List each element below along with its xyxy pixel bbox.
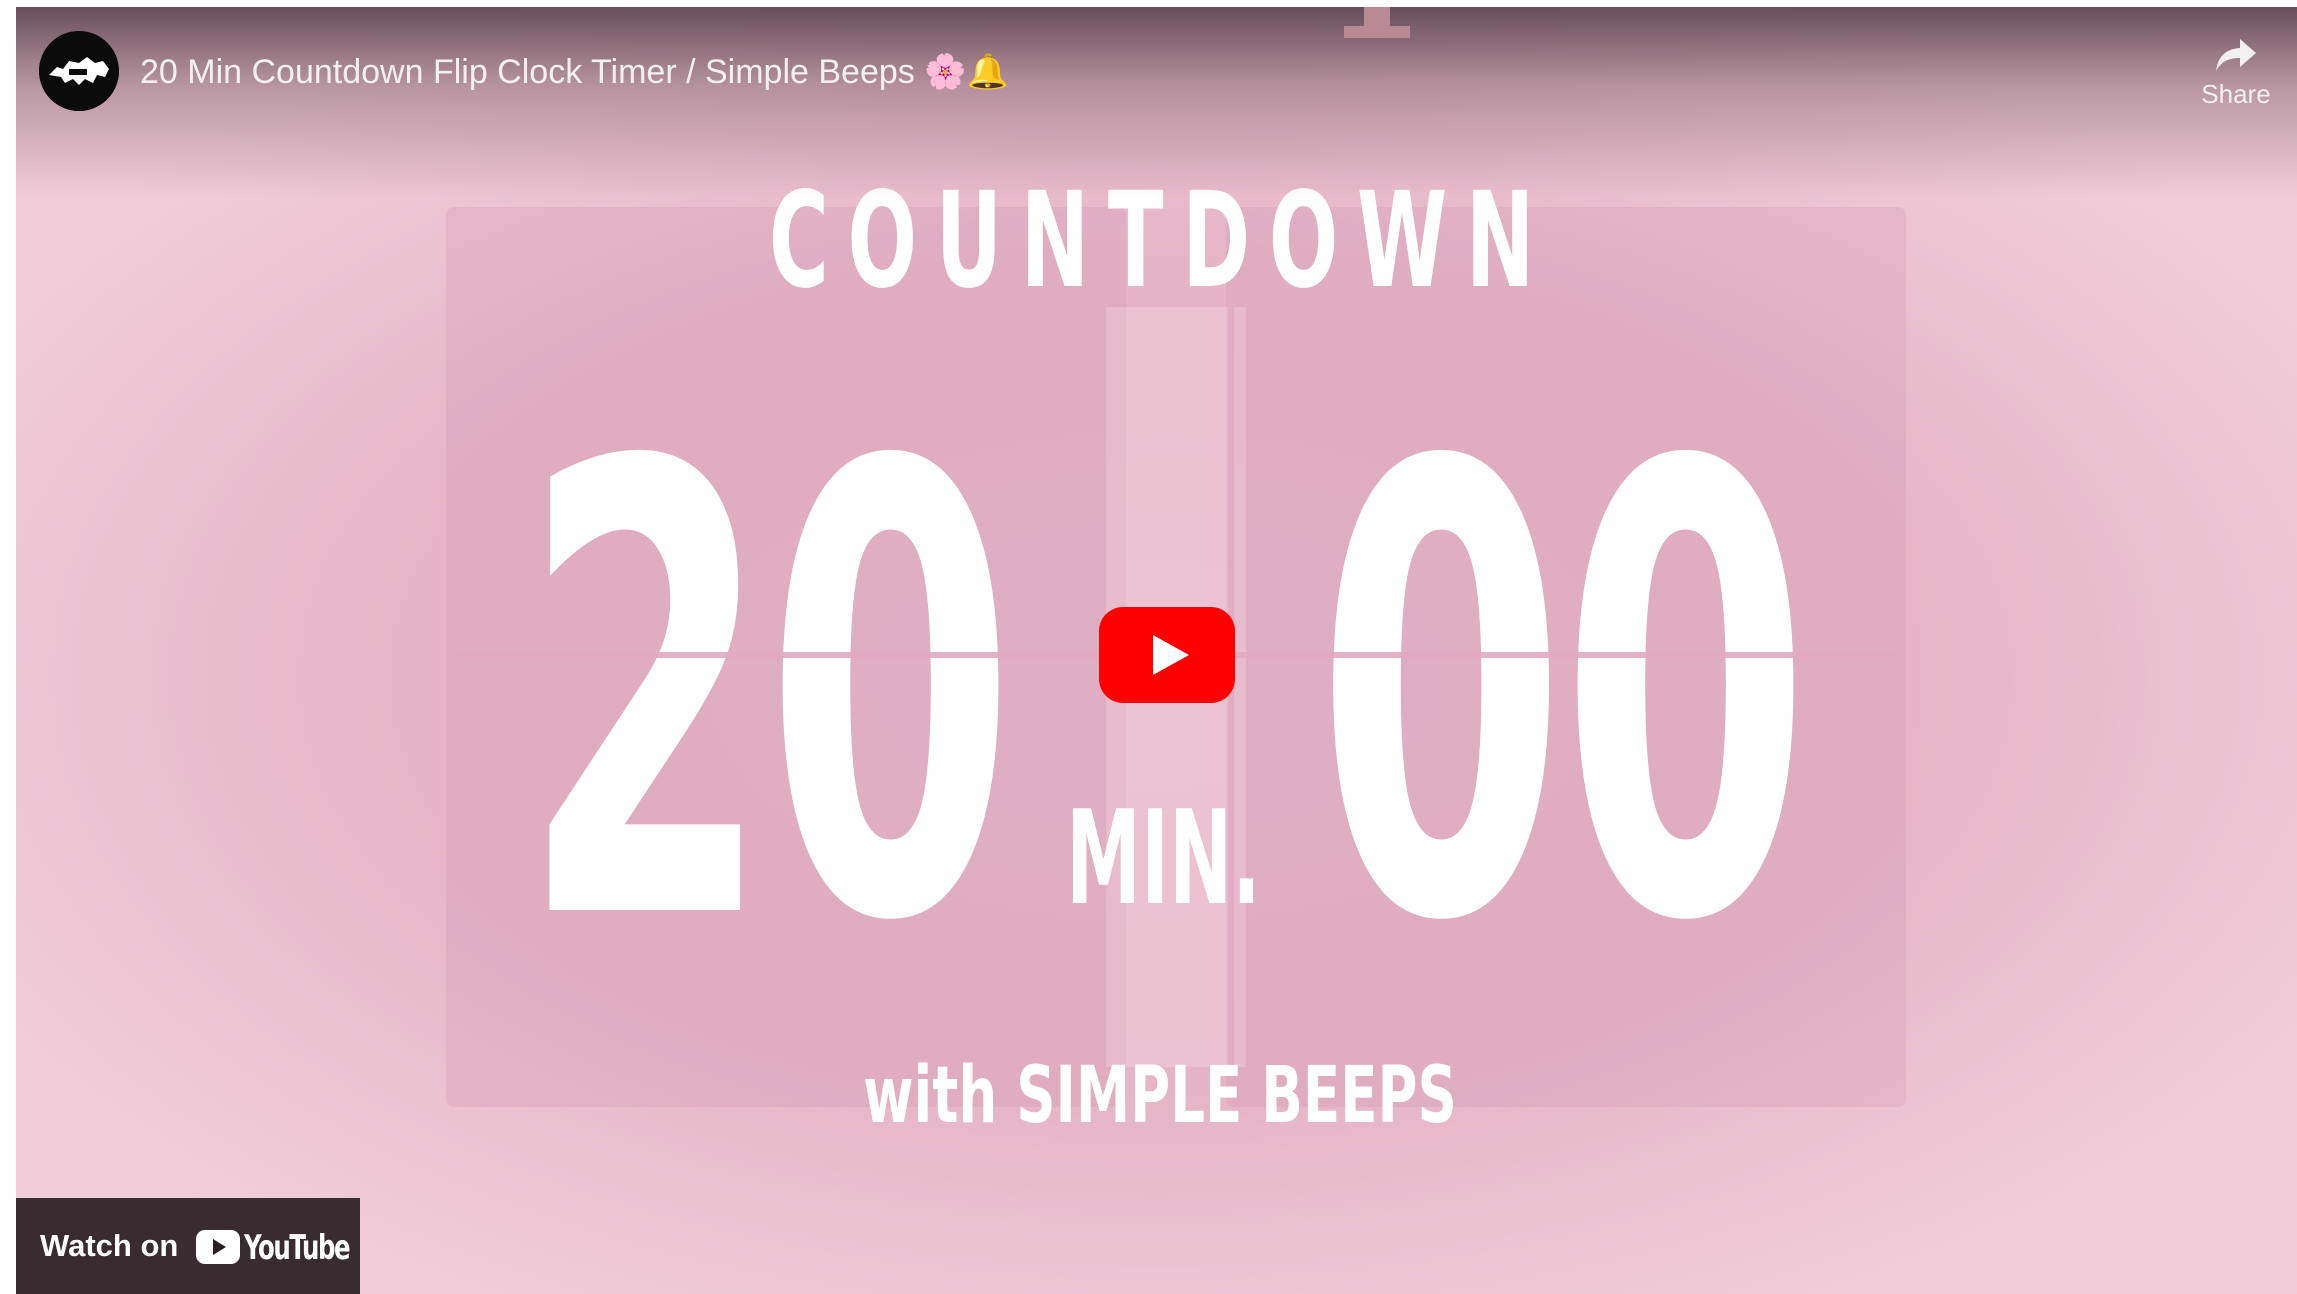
youtube-logo-icon (196, 1230, 240, 1264)
thumbnail-subtitle: with SIMPLE BEEPS (863, 1051, 1457, 1141)
share-label: Share (2201, 79, 2271, 109)
video-title[interactable]: 20 Min Countdown Flip Clock Timer / Simp… (140, 55, 1009, 89)
minutes-digits: 20 (521, 336, 1016, 1057)
play-button[interactable] (1099, 607, 1235, 703)
seconds-digits: 00 (1316, 336, 1811, 1057)
video-player[interactable]: COUNTDOWN 20 MIN. 00 with SIMPLE BEEPS 2… (16, 7, 2297, 1294)
share-button[interactable]: Share (2186, 37, 2286, 133)
thumbnail-heading: COUNTDOWN (768, 164, 1553, 318)
watch-on-youtube-button[interactable]: Watch on YouTube (16, 1198, 360, 1294)
youtube-wordmark: YouTube (244, 1228, 351, 1268)
watch-on-label: Watch on (40, 1228, 179, 1263)
min-label: MIN. (1066, 782, 1261, 934)
play-icon (1099, 607, 1235, 703)
share-arrow-icon (2216, 39, 2256, 71)
channel-avatar-icon[interactable] (39, 31, 119, 111)
top-marker (1344, 7, 1410, 42)
